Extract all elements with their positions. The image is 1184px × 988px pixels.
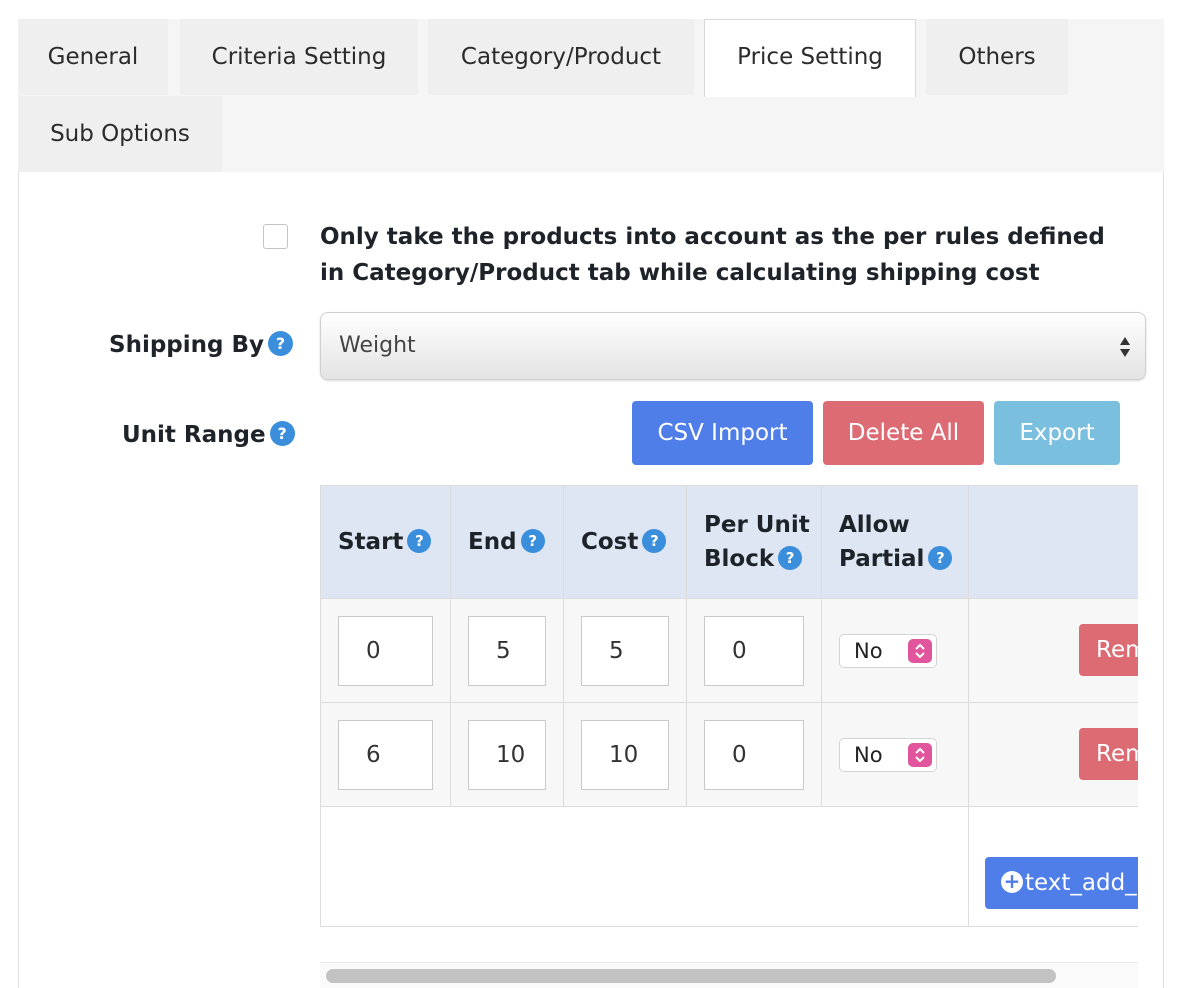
tab-category-product[interactable]: Category/Product (428, 19, 694, 95)
shipping-by-select[interactable]: Weight (320, 312, 1146, 380)
chevron-updown-icon (908, 638, 932, 663)
remove-row-button[interactable]: Remove (1079, 624, 1138, 676)
plus-circle-icon: + (1001, 870, 1023, 893)
cost-input[interactable]: 10 (581, 719, 669, 790)
end-input[interactable]: 10 (468, 719, 546, 790)
shipping-by-label-text: Shipping By (109, 332, 265, 358)
scrollbar-thumb[interactable] (326, 969, 1056, 983)
allow-partial-select[interactable]: No (839, 633, 937, 668)
tab-criteria-setting[interactable]: Criteria Setting (180, 19, 418, 95)
cell-actions: Remove (968, 598, 1138, 703)
unit-range-label-text: Unit Range (122, 422, 266, 448)
export-button[interactable]: Export (994, 401, 1120, 465)
cell-allow-partial: No (821, 598, 969, 703)
footer-actions: +text_add_new_range (968, 806, 1138, 927)
unit-range-label: Unit Range? (122, 421, 295, 448)
per-unit-block-input[interactable]: 0 (704, 719, 804, 790)
table-footer-row: +text_add_new_range (320, 806, 1138, 927)
table-header-row: Start? End? Cost? Per Unit Block? Allow … (320, 485, 1138, 599)
help-icon[interactable]: ? (269, 421, 295, 446)
remove-row-button[interactable]: Remove (1079, 728, 1138, 780)
cell-per-unit-block: 0 (686, 598, 822, 703)
cell-start: 6 (320, 702, 451, 807)
tab-general[interactable]: General (18, 19, 168, 95)
header-actions (968, 485, 1138, 599)
unit-range-table: Start? End? Cost? Per Unit Block? Allow … (320, 485, 1138, 927)
allow-partial-value: No (854, 638, 883, 663)
help-icon[interactable]: ? (778, 545, 803, 570)
unit-range-table-wrapper: Start? End? Cost? Per Unit Block? Allow … (320, 485, 1138, 927)
cell-start: 0 (320, 598, 451, 703)
header-start: Start? (320, 485, 451, 599)
per-unit-block-input[interactable]: 0 (704, 615, 804, 686)
footer-spacer (320, 806, 969, 927)
csv-import-button[interactable]: CSV Import (632, 401, 813, 465)
cell-cost: 10 (563, 702, 687, 807)
add-new-range-label: text_add_new_range (1025, 870, 1138, 896)
start-input[interactable]: 0 (338, 615, 433, 686)
tab-sub-options[interactable]: Sub Options (18, 96, 222, 172)
header-start-text: Start (338, 529, 404, 555)
help-icon[interactable]: ? (407, 528, 432, 553)
cell-allow-partial: No (821, 702, 969, 807)
start-input[interactable]: 6 (338, 719, 433, 790)
header-end-text: End (468, 529, 517, 555)
table-row: 0 5 5 0 No Remove (320, 598, 1138, 703)
horizontal-scrollbar[interactable] (320, 962, 1138, 988)
cell-end: 5 (450, 598, 564, 703)
header-cost: Cost? (563, 485, 687, 599)
cell-cost: 5 (563, 598, 687, 703)
header-cost-text: Cost (581, 529, 639, 555)
allow-partial-value: No (854, 742, 883, 767)
chevron-updown-icon (1120, 337, 1130, 357)
help-icon[interactable]: ? (928, 545, 953, 570)
help-icon[interactable]: ? (268, 331, 294, 356)
help-icon[interactable]: ? (520, 528, 545, 553)
header-end: End? (450, 485, 564, 599)
shipping-by-selected-value: Weight (339, 333, 416, 358)
cell-actions: Remove (968, 702, 1138, 807)
table-row: 6 10 10 0 No Remove (320, 702, 1138, 807)
header-allow-partial-text: Allow Partial (839, 512, 925, 572)
header-per-unit-block: Per Unit Block? (686, 485, 822, 599)
delete-all-button[interactable]: Delete All (823, 401, 984, 465)
chevron-updown-icon (908, 742, 932, 767)
end-input[interactable]: 5 (468, 615, 546, 686)
cost-input[interactable]: 5 (581, 615, 669, 686)
cell-per-unit-block: 0 (686, 702, 822, 807)
help-icon[interactable]: ? (642, 528, 667, 553)
cell-end: 10 (450, 702, 564, 807)
allow-partial-select[interactable]: No (839, 737, 937, 772)
header-allow-partial: Allow Partial? (821, 485, 969, 599)
settings-tabbar: General Criteria Setting Category/Produc… (18, 19, 1164, 172)
tab-price-setting[interactable]: Price Setting (704, 19, 916, 97)
products-rule-label: Only take the products into account as t… (320, 224, 1105, 286)
shipping-by-label: Shipping By? (109, 331, 294, 358)
add-new-range-button[interactable]: +text_add_new_range (985, 857, 1138, 909)
tab-others[interactable]: Others (926, 19, 1068, 95)
products-rule-checkbox[interactable] (263, 224, 288, 249)
